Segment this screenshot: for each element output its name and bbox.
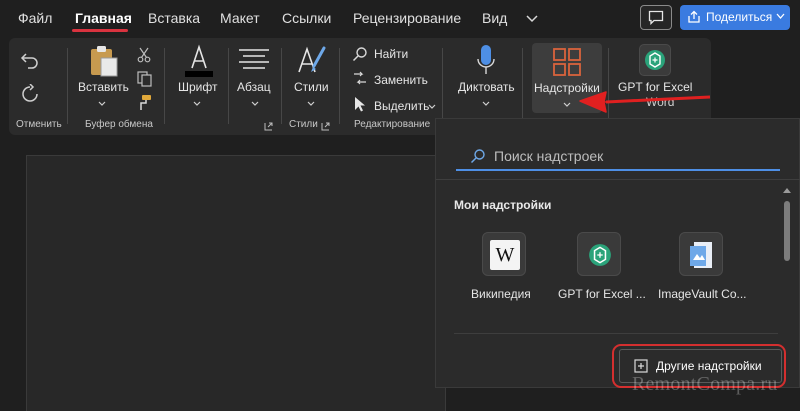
chevron-down-icon[interactable] [482, 101, 490, 106]
format-painter-icon[interactable] [136, 94, 152, 111]
select-cursor-icon[interactable] [352, 96, 368, 112]
undo-icon[interactable] [20, 50, 40, 70]
addins-grid-icon [553, 48, 581, 76]
addin-gpt[interactable]: GPT for Excel ... [553, 232, 646, 302]
panel-divider [454, 333, 778, 334]
addin-tile [679, 232, 723, 276]
chevron-down-icon [563, 102, 571, 107]
cut-icon[interactable] [137, 47, 151, 63]
addin-wikipedia[interactable]: W Википедия [452, 232, 542, 302]
addin-label: ImageVault Co... [658, 287, 747, 301]
find-button[interactable]: Найти [374, 47, 408, 61]
tab-references[interactable]: Ссылки [282, 10, 331, 26]
replace-button[interactable]: Заменить [374, 73, 428, 87]
panel-divider [436, 179, 800, 180]
chevron-down-icon[interactable] [251, 101, 259, 106]
tab-view[interactable]: Вид [482, 10, 507, 26]
chevron-down-icon[interactable] [193, 101, 201, 106]
share-label: Поделиться [706, 10, 773, 24]
dialog-launcher-icon[interactable] [321, 122, 330, 131]
paragraph-button[interactable]: Абзац [237, 80, 271, 94]
chevron-down-icon[interactable] [307, 101, 315, 106]
editing-group-label: Редактирование [354, 119, 431, 130]
replace-icon[interactable] [352, 71, 368, 87]
search-icon [470, 149, 485, 164]
clipboard-group-label: Буфер обмена [85, 119, 153, 130]
addin-imagevault[interactable]: ImageVault Co... [657, 232, 747, 302]
share-button[interactable]: Поделиться [680, 5, 790, 30]
watermark: RemontCompa.ru [632, 373, 778, 395]
scrollbar-thumb[interactable] [784, 201, 790, 261]
ribbon-divider [281, 48, 282, 124]
svg-text:W: W [496, 246, 515, 264]
ribbon-divider [164, 48, 165, 124]
gpt-icon [589, 244, 611, 266]
my-addins-title: Мои надстройки [454, 198, 552, 212]
wikipedia-icon: W [490, 240, 520, 270]
comments-button[interactable] [640, 5, 672, 30]
chevron-down-icon[interactable] [428, 104, 436, 109]
microphone-icon[interactable] [476, 44, 496, 76]
chevron-down-icon[interactable] [524, 10, 540, 26]
ribbon-divider [228, 48, 229, 124]
scroll-up-icon[interactable] [783, 187, 791, 193]
tab-layout[interactable]: Макет [220, 10, 260, 26]
addin-label: GPT for Excel ... [558, 287, 646, 301]
active-tab-indicator [72, 29, 128, 32]
select-button[interactable]: Выделить [374, 99, 429, 113]
gpt-icon [645, 50, 665, 70]
tab-insert[interactable]: Вставка [148, 10, 200, 26]
paste-button[interactable]: Вставить [78, 80, 129, 94]
paragraph-icon[interactable] [238, 48, 270, 74]
addin-tile: W [482, 232, 526, 276]
styles-button[interactable]: Стили [294, 80, 329, 94]
styles-group-label: Стили [289, 119, 318, 130]
font-button[interactable]: Шрифт [178, 80, 217, 94]
tab-review[interactable]: Рецензирование [353, 10, 461, 26]
redo-icon[interactable] [20, 84, 40, 104]
tab-file[interactable]: Файл [18, 10, 52, 26]
share-icon [688, 10, 700, 23]
comment-icon [648, 10, 664, 25]
styles-icon[interactable] [296, 44, 328, 78]
paste-icon[interactable] [87, 44, 121, 78]
search-icon[interactable] [352, 46, 368, 62]
tab-bar: Файл Главная Вставка Макет Ссылки Реценз… [0, 0, 800, 36]
addins-search[interactable] [456, 143, 780, 171]
dialog-launcher-icon[interactable] [264, 122, 273, 131]
addins-search-input[interactable] [494, 146, 764, 166]
document-canvas[interactable] [26, 155, 446, 411]
gpt-addin-tile[interactable] [639, 44, 671, 76]
imagevault-icon [690, 242, 712, 268]
font-icon[interactable] [183, 44, 215, 78]
copy-icon[interactable] [137, 71, 152, 87]
ribbon-divider [339, 48, 340, 124]
annotation-arrow-icon [579, 91, 711, 113]
dictate-button[interactable]: Диктовать [458, 80, 515, 94]
ribbon-divider [442, 48, 443, 124]
ribbon-divider [67, 48, 68, 124]
chevron-down-icon[interactable] [98, 101, 106, 106]
undo-group-label: Отменить [16, 119, 62, 130]
ribbon-divider [522, 48, 523, 124]
tab-home[interactable]: Главная [75, 10, 132, 26]
chevron-down-icon [776, 13, 785, 19]
addin-tile [577, 232, 621, 276]
